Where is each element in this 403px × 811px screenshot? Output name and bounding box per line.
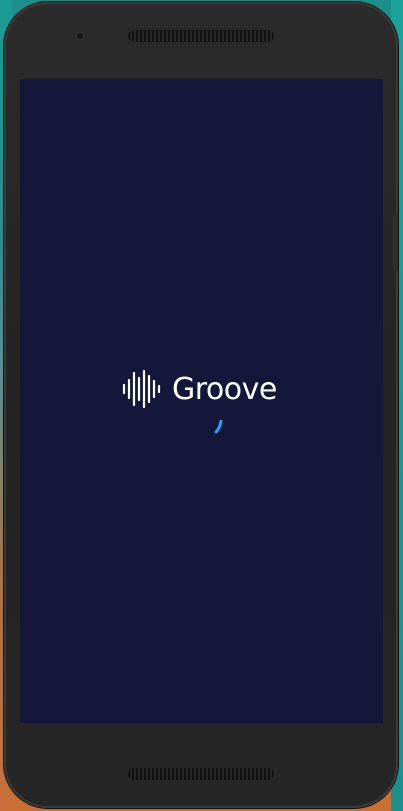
loading-spinner-icon [214, 420, 223, 434]
splash-screen: Groove [20, 79, 383, 723]
bottom-speaker-grille [128, 768, 274, 780]
app-logo: Groove [121, 367, 277, 411]
power-button[interactable] [393, 212, 398, 270]
front-camera [76, 32, 84, 40]
app-name: Groove [172, 371, 277, 407]
soundwave-icon [122, 369, 161, 409]
top-speaker-grille [128, 30, 274, 42]
phone-frame: Groove [4, 2, 398, 808]
